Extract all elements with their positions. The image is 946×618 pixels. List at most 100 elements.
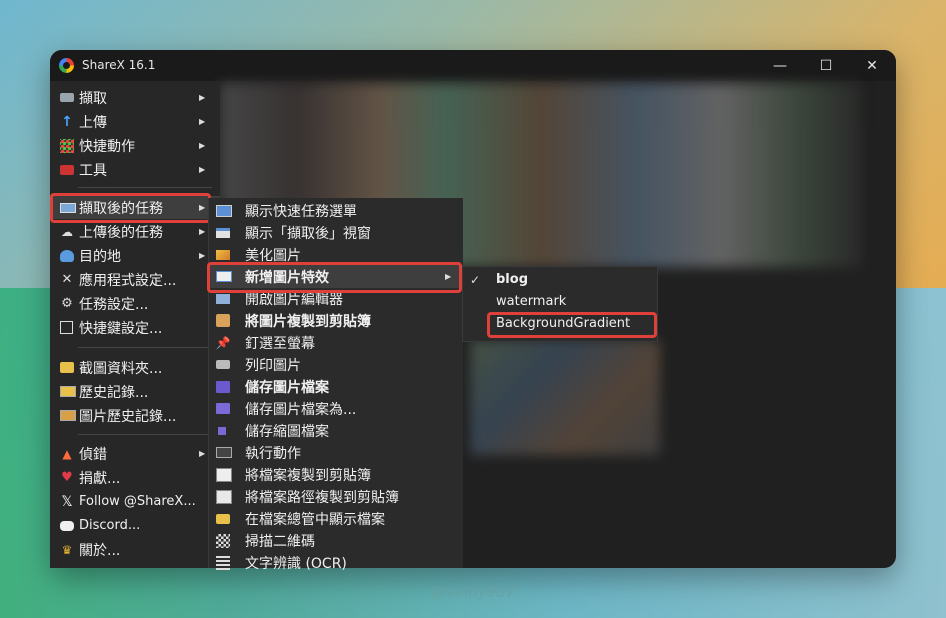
menu-item-label: 快捷動作 [79, 138, 135, 155]
submenu-item-copy-path-clipboard[interactable]: 將檔案路徑複製到剪貼簿 [209, 485, 463, 508]
keyboard-key-icon [60, 321, 73, 334]
cloud-upload-icon: ☁ [61, 224, 73, 239]
submenu-item-quick-task-menu[interactable]: 顯示快速任務選單 [209, 199, 463, 222]
menu-item-label: Follow @ShareX... [79, 494, 196, 509]
menu-item-hotkey-settings[interactable]: 快捷鍵設定... [50, 316, 220, 339]
submenu-arrow-icon: ▶ [199, 141, 206, 150]
submenu-item-label: 美化圖片 [245, 247, 301, 264]
menu-item-label: 任務設定... [79, 296, 149, 313]
menu-item-after-upload-tasks[interactable]: ☁ 上傳後的任務 ▶ [50, 220, 220, 243]
submenu-item-copy-image-clipboard[interactable]: 將圖片複製到剪貼簿 [209, 309, 463, 332]
menu-separator [78, 187, 212, 188]
menu-item-donate[interactable]: ♥ 捐獻... [50, 466, 220, 489]
submenu-item-label: 掃描二維碼 [245, 533, 315, 550]
menu-item-screenshots-folder[interactable]: 截圖資料夾... [50, 356, 220, 379]
menu-separator [78, 434, 212, 435]
submenu-arrow-icon: ▶ [199, 227, 206, 236]
submenu-item-scan-qr[interactable]: 掃描二維碼 [209, 529, 463, 552]
effect-item-backgroundgradient[interactable]: BackgroundGradient [463, 312, 657, 335]
menu-item-task-settings[interactable]: ⚙ 任務設定... [50, 292, 220, 315]
title-bar[interactable]: ShareX 16.1 — ☐ ✕ [50, 50, 896, 81]
submenu-item-pin-to-screen[interactable]: 📌 釘選至螢幕 [209, 331, 463, 354]
submenu-item-print-image[interactable]: 列印圖片 [209, 353, 463, 376]
image-effects-icon [216, 271, 232, 282]
thumbnail-save-icon [218, 426, 226, 435]
terminal-icon [216, 447, 232, 458]
x-logo-icon: 𝕏 [61, 493, 73, 510]
path-clipboard-icon [216, 489, 232, 504]
menu-item-quick-actions[interactable]: 快捷動作 ▶ [50, 134, 220, 157]
submenu-item-label: 文字辨識 (OCR) [245, 555, 347, 572]
discord-icon [60, 520, 74, 531]
menu-item-tools[interactable]: 工具 ▶ [50, 158, 220, 181]
menu-item-label: 偵錯 [79, 446, 107, 463]
submenu-item-copy-file-clipboard[interactable]: 將檔案複製到剪貼簿 [209, 463, 463, 486]
menu-item-label: 應用程式設定... [79, 272, 177, 289]
effect-item-watermark[interactable]: watermark [463, 290, 657, 313]
submenu-item-label: 顯示快速任務選單 [245, 203, 357, 220]
menu-item-label: 擷取後的任務 [79, 200, 163, 217]
sharex-logo-icon [59, 58, 74, 73]
explorer-folder-icon [216, 513, 230, 524]
submenu-item-save-image-as[interactable]: 儲存圖片檔案為... [209, 397, 463, 420]
submenu-item-save-image[interactable]: 儲存圖片檔案 [209, 375, 463, 398]
close-button[interactable]: ✕ [849, 50, 895, 81]
save-disk-icon [216, 380, 230, 393]
submenu-item-label: 將檔案複製到剪貼簿 [245, 467, 371, 484]
menu-item-app-settings[interactable]: ✕ 應用程式設定... [50, 268, 220, 291]
menu-item-label: 捐獻... [79, 470, 121, 487]
submenu-arrow-icon: ▶ [199, 449, 206, 458]
menu-item-destinations[interactable]: 目的地 ▶ [50, 244, 220, 267]
main-menu: 擷取 ▶ ↑ 上傳 ▶ 快捷動作 ▶ 工具 ▶ 擷取後的任務 ▶ ☁ 上傳後的任… [50, 81, 220, 568]
submenu-item-after-capture-window[interactable]: 顯示「擷取後」視窗 [209, 221, 463, 244]
menu-item-after-capture-tasks[interactable]: 擷取後的任務 ▶ [50, 196, 220, 219]
menu-item-debug[interactable]: ▲ 偵錯 ▶ [50, 442, 220, 465]
submenu-item-run-action[interactable]: 執行動作 [209, 441, 463, 464]
menu-item-history[interactable]: 歷史記錄... [50, 380, 220, 403]
toolbox-icon [60, 164, 74, 175]
blurred-thumbnail-lower [470, 340, 660, 455]
submenu-item-label: 列印圖片 [245, 357, 301, 374]
submenu-arrow-icon: ▶ [199, 117, 206, 126]
image-effects-submenu: ✓ blog watermark BackgroundGradient [462, 266, 658, 342]
submenu-arrow-icon: ▶ [199, 165, 206, 174]
effect-item-blog[interactable]: ✓ blog [463, 268, 657, 291]
crown-icon: ♛ [61, 542, 73, 557]
menu-item-label: 關於... [79, 542, 121, 559]
submenu-item-label: 執行動作 [245, 445, 301, 462]
submenu-item-label: 新增圖片特效 [245, 269, 329, 286]
image-card-icon [60, 202, 76, 213]
pin-icon: 📌 [215, 335, 231, 350]
history-icon [60, 386, 76, 397]
menu-item-capture[interactable]: 擷取 ▶ [50, 86, 220, 109]
checkmark-icon: ✓ [469, 272, 481, 287]
menu-item-discord[interactable]: Discord... [50, 514, 220, 537]
camera-icon [60, 93, 74, 102]
image-editor-icon [216, 293, 230, 304]
menu-item-follow-x[interactable]: 𝕏 Follow @ShareX... [50, 490, 220, 513]
submenu-item-beautify-image[interactable]: 美化圖片 [209, 243, 463, 266]
menu-list-icon [216, 204, 232, 217]
submenu-item-save-thumbnail[interactable]: 儲存縮圖檔案 [209, 419, 463, 442]
maximize-button[interactable]: ☐ [803, 50, 849, 81]
menu-item-label: 圖片歷史記錄... [79, 408, 177, 425]
author-watermark: @vinny987 [430, 583, 516, 601]
effect-item-label: BackgroundGradient [496, 316, 631, 331]
submenu-arrow-icon: ▶ [199, 251, 206, 260]
upload-arrow-icon: ↑ [61, 113, 73, 130]
submenu-item-ocr[interactable]: 文字辨識 (OCR) [209, 551, 463, 574]
submenu-item-open-image-editor[interactable]: 開啟圖片編輯器 [209, 287, 463, 310]
menu-item-image-history[interactable]: 圖片歷史記錄... [50, 404, 220, 427]
menu-item-label: 上傳 [79, 114, 107, 131]
window-icon [216, 227, 230, 238]
menu-item-upload[interactable]: ↑ 上傳 ▶ [50, 110, 220, 133]
after-capture-submenu: 顯示快速任務選單 顯示「擷取後」視窗 美化圖片 新增圖片特效 ▶ 開啟圖片編輯器… [208, 198, 463, 572]
destination-icon [60, 249, 74, 262]
menu-item-about[interactable]: ♛ 關於... [50, 538, 220, 561]
save-as-icon [216, 403, 230, 414]
folder-image-icon [60, 362, 74, 373]
submenu-item-show-in-explorer[interactable]: 在檔案總管中顯示檔案 [209, 507, 463, 530]
submenu-item-add-image-effects[interactable]: 新增圖片特效 ▶ [209, 265, 463, 288]
grid-dots-icon [60, 138, 74, 153]
minimize-button[interactable]: — [757, 50, 803, 81]
